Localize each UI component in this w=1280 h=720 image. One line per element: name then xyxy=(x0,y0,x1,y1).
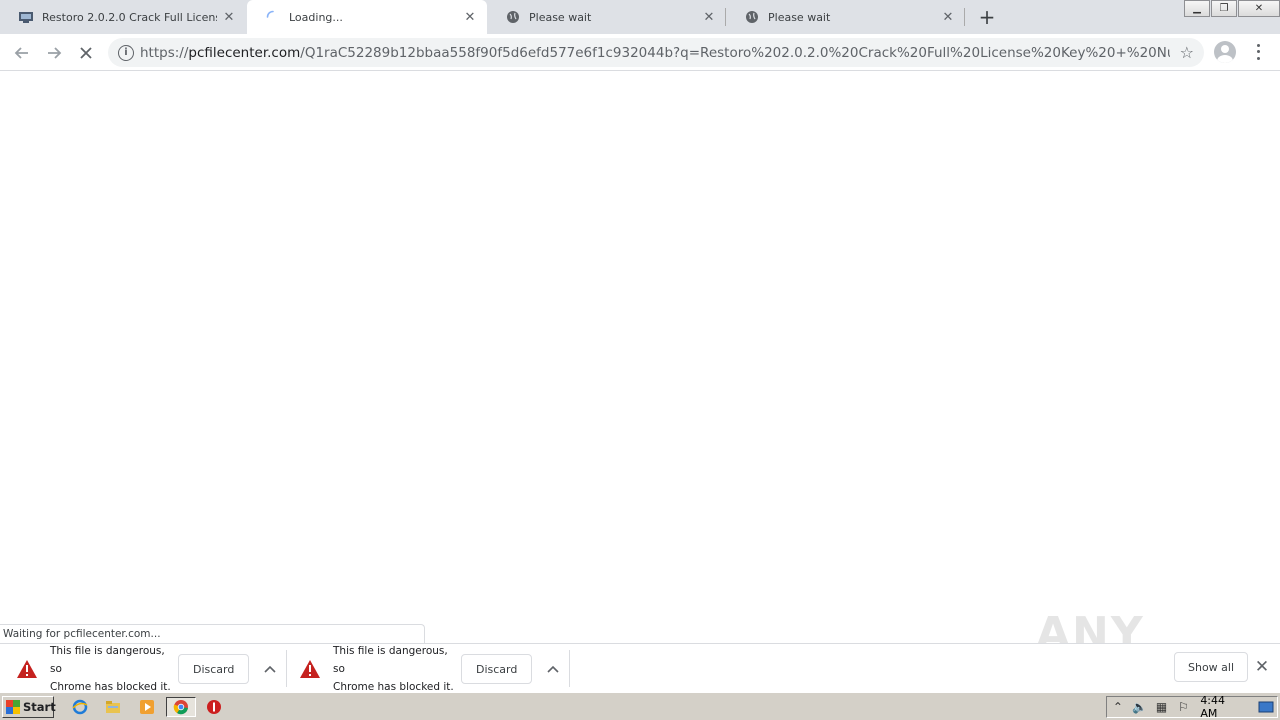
new-tab-button[interactable]: + xyxy=(976,5,998,29)
stop-button[interactable] xyxy=(74,41,98,65)
tab-title: Restoro 2.0.2.0 Crack Full License Key xyxy=(42,10,217,24)
tab-close-icon[interactable]: ✕ xyxy=(941,10,955,25)
show-hidden-icons-icon[interactable]: ⌃ xyxy=(1107,697,1129,717)
show-all-button[interactable]: Show all xyxy=(1174,652,1249,682)
back-arrow-icon xyxy=(14,47,28,59)
download-bar: This file is dangerous, so Chrome has bl… xyxy=(0,643,1280,693)
discard-button[interactable]: Discard xyxy=(178,654,250,684)
tab-strip: Restoro 2.0.2.0 Crack Full License Key ✕… xyxy=(0,0,1280,34)
forward-button[interactable] xyxy=(42,41,66,65)
media-player-icon[interactable] xyxy=(137,697,157,717)
tab-title: Please wait xyxy=(768,10,831,24)
browser-toolbar: i https://pcfilecenter.com/Q1raC52289b12… xyxy=(0,34,1280,71)
tab-close-icon[interactable]: ✕ xyxy=(463,10,477,25)
download-item[interactable]: This file is dangerous, so Chrome has bl… xyxy=(299,645,564,693)
info-icon[interactable]: i xyxy=(118,44,134,61)
tab-loading[interactable]: Loading... ✕ xyxy=(247,0,487,34)
url-host: pcfilecenter.com xyxy=(188,44,301,61)
warning-triangle-icon xyxy=(16,659,38,679)
globe-icon xyxy=(505,9,521,25)
download-item[interactable]: This file is dangerous, so Chrome has bl… xyxy=(16,645,281,693)
start-button[interactable]: Start xyxy=(2,696,56,718)
restore-button[interactable]: ❐ xyxy=(1211,0,1237,17)
menu-dots-icon[interactable] xyxy=(1252,42,1264,62)
tab-close-icon[interactable]: ✕ xyxy=(222,10,236,25)
status-bubble: Waiting for pcfilecenter.com... xyxy=(0,624,425,643)
tab-please-wait-1[interactable]: Please wait ✕ xyxy=(487,0,726,34)
warning-triangle-icon xyxy=(299,659,321,679)
globe-icon xyxy=(744,9,760,25)
download-separator xyxy=(286,650,287,687)
opera-stop-icon[interactable] xyxy=(204,697,224,717)
url-text: https://pcfilecenter.com/Q1raC52289b12bb… xyxy=(140,45,1170,61)
network-icon[interactable]: ▦ xyxy=(1151,697,1173,717)
forward-arrow-icon xyxy=(48,47,62,59)
chrome-taskbar-button[interactable] xyxy=(166,697,196,717)
window-controls: ▁ ❐ ✕ xyxy=(1183,0,1280,18)
windows-flag-icon xyxy=(6,700,20,714)
tab-title: Please wait xyxy=(529,10,592,24)
show-desktop-icon[interactable] xyxy=(1255,697,1277,717)
chevron-up-icon[interactable] xyxy=(259,659,281,679)
page-content xyxy=(0,72,1280,643)
close-icon[interactable]: ✕ xyxy=(1254,657,1270,677)
tab-title: Loading... xyxy=(289,10,343,24)
loading-spinner-icon xyxy=(265,9,281,25)
discard-button[interactable]: Discard xyxy=(461,654,533,684)
download-warning-text: This file is dangerous, so Chrome has bl… xyxy=(50,645,171,693)
close-window-button[interactable]: ✕ xyxy=(1238,0,1280,17)
tab-close-icon[interactable]: ✕ xyxy=(702,10,716,25)
tab-please-wait-2[interactable]: Please wait ✕ xyxy=(726,0,965,34)
url-path: /Q1raC52289b12bbaa558f90f5d6efd577e6f1c9… xyxy=(300,44,1170,61)
tab-separator xyxy=(964,8,965,26)
restoro-favicon-icon xyxy=(18,9,34,25)
taskbar: Start ⌃ 🔈 ▦ ⚐ 4:44 AM xyxy=(0,692,1280,720)
system-tray: ⌃ 🔈 ▦ ⚐ 4:44 AM xyxy=(1106,694,1278,720)
back-button[interactable] xyxy=(10,41,34,65)
tab-restoro[interactable]: Restoro 2.0.2.0 Crack Full License Key ✕ xyxy=(0,0,246,34)
internet-explorer-icon[interactable] xyxy=(70,697,90,717)
clock[interactable]: 4:44 AM xyxy=(1200,694,1245,720)
action-center-flag-icon[interactable]: ⚐ xyxy=(1172,697,1194,717)
chevron-up-icon[interactable] xyxy=(542,659,564,679)
chrome-icon xyxy=(173,700,188,715)
bookmark-star-icon[interactable]: ☆ xyxy=(1180,43,1194,62)
download-separator xyxy=(569,650,570,687)
minimize-button[interactable]: ▁ xyxy=(1184,0,1210,17)
file-explorer-icon[interactable] xyxy=(103,697,123,717)
address-bar[interactable]: i https://pcfilecenter.com/Q1raC52289b12… xyxy=(108,38,1204,67)
volume-icon[interactable]: 🔈 xyxy=(1129,697,1151,717)
stop-x-icon xyxy=(80,47,92,59)
profile-avatar-icon[interactable] xyxy=(1214,41,1236,63)
download-warning-text: This file is dangerous, so Chrome has bl… xyxy=(333,645,454,693)
